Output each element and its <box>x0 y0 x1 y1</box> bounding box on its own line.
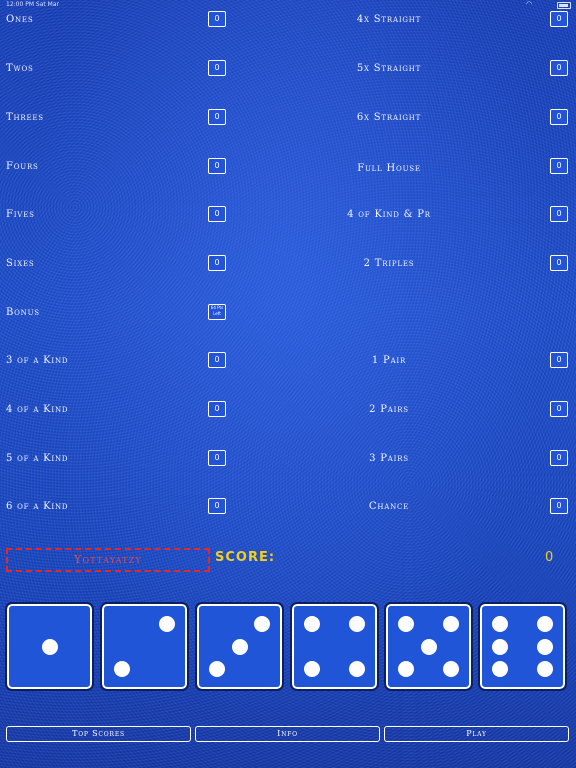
category-3-of-a-kind-label: 3 of a Kind <box>6 355 69 366</box>
category-5-of-a-kind-score[interactable]: 0 <box>208 450 226 466</box>
die-pip <box>231 638 248 655</box>
wifi-icon: ◠ <box>526 0 533 8</box>
category-5x-straight-score[interactable]: 0 <box>550 60 568 76</box>
category-4-of-kind-pair-label: 4 of Kind & Pr <box>347 209 431 220</box>
category-6x-straight-label: 6x Straight <box>356 112 422 123</box>
category-1-pair-label: 1 Pair <box>371 355 407 366</box>
category-chance-label: Chance <box>368 501 410 512</box>
category-5x-straight-label: 5x Straight <box>356 63 422 74</box>
status-time: 12:00 PM Sat Mar <box>6 1 59 8</box>
category-3-pairs-score[interactable]: 0 <box>550 450 568 466</box>
category-fours-label: Fours <box>6 161 39 172</box>
battery-icon <box>557 2 571 9</box>
die-pip <box>397 615 414 632</box>
category-ones-label: Ones <box>6 14 34 25</box>
category-ones-score[interactable]: 0 <box>208 11 226 27</box>
status-bar: 12:00 PM Sat Mar ◠ <box>0 0 576 10</box>
category-threes-score[interactable]: 0 <box>208 109 226 125</box>
die-pip <box>443 661 460 678</box>
die-pip <box>443 615 460 632</box>
category-6-of-a-kind-score[interactable]: 0 <box>208 498 226 514</box>
category-bonus-label: Bonus <box>6 307 40 318</box>
die-pip <box>41 638 58 655</box>
category-chance-score[interactable]: 0 <box>550 498 568 514</box>
category-fives-label: Fives <box>6 209 35 220</box>
category-5-of-a-kind-label: 5 of a Kind <box>6 453 69 464</box>
die-pip <box>303 615 320 632</box>
category-bonus-score: 64 Pts Left <box>208 304 226 320</box>
die-pip <box>537 638 554 655</box>
top-scores-button[interactable]: Top Scores <box>6 726 191 742</box>
category-2-pairs-label: 2 Pairs <box>369 404 409 415</box>
die-6[interactable] <box>478 602 567 691</box>
category-4-of-a-kind-label: 4 of a Kind <box>6 404 69 415</box>
yottayatzy-score[interactable]: Yottayatzy <box>6 548 210 572</box>
category-4x-straight-score[interactable]: 0 <box>550 11 568 27</box>
score-value: 0 <box>545 550 554 565</box>
score-label: SCORE: <box>215 550 276 565</box>
die-pip <box>397 661 414 678</box>
die-4[interactable] <box>290 602 379 691</box>
info-button[interactable]: Info <box>195 726 380 742</box>
die-pip <box>349 615 366 632</box>
category-6x-straight-score[interactable]: 0 <box>550 109 568 125</box>
category-2-triples-score[interactable]: 0 <box>550 255 568 271</box>
die-pip <box>349 661 366 678</box>
die-pip <box>491 661 508 678</box>
category-twos-score[interactable]: 0 <box>208 60 226 76</box>
die-5[interactable] <box>384 602 473 691</box>
category-threes-label: Threes <box>6 112 44 123</box>
die-1[interactable] <box>5 602 94 691</box>
category-twos-label: Twos <box>6 63 34 74</box>
category-2-pairs-score[interactable]: 0 <box>550 401 568 417</box>
die-pip <box>208 661 225 678</box>
category-3-pairs-label: 3 Pairs <box>369 453 409 464</box>
category-full-house-score[interactable]: 0 <box>550 158 568 174</box>
category-4-of-kind-pair-score[interactable]: 0 <box>550 206 568 222</box>
die-pip <box>491 615 508 632</box>
die-pip <box>254 615 271 632</box>
die-pip <box>537 661 554 678</box>
die-pip <box>113 661 130 678</box>
die-2[interactable] <box>100 602 189 691</box>
category-3-of-a-kind-score[interactable]: 0 <box>208 352 226 368</box>
die-pip <box>303 661 320 678</box>
die-pip <box>420 638 437 655</box>
category-2-triples-label: 2 Triples <box>363 258 415 269</box>
category-fours-score[interactable]: 0 <box>208 158 226 174</box>
category-4x-straight-label: 4x Straight <box>356 14 422 25</box>
category-1-pair-score[interactable]: 0 <box>550 352 568 368</box>
die-pip <box>159 615 176 632</box>
category-4-of-a-kind-score[interactable]: 0 <box>208 401 226 417</box>
category-fives-score[interactable]: 0 <box>208 206 226 222</box>
category-full-house-label: Full House <box>357 163 421 174</box>
category-sixes-score[interactable]: 0 <box>208 255 226 271</box>
play-button[interactable]: Play <box>384 726 569 742</box>
category-6-of-a-kind-label: 6 of a Kind <box>6 501 69 512</box>
category-sixes-label: Sixes <box>6 258 35 269</box>
die-3[interactable] <box>195 602 284 691</box>
die-pip <box>491 638 508 655</box>
die-pip <box>537 615 554 632</box>
